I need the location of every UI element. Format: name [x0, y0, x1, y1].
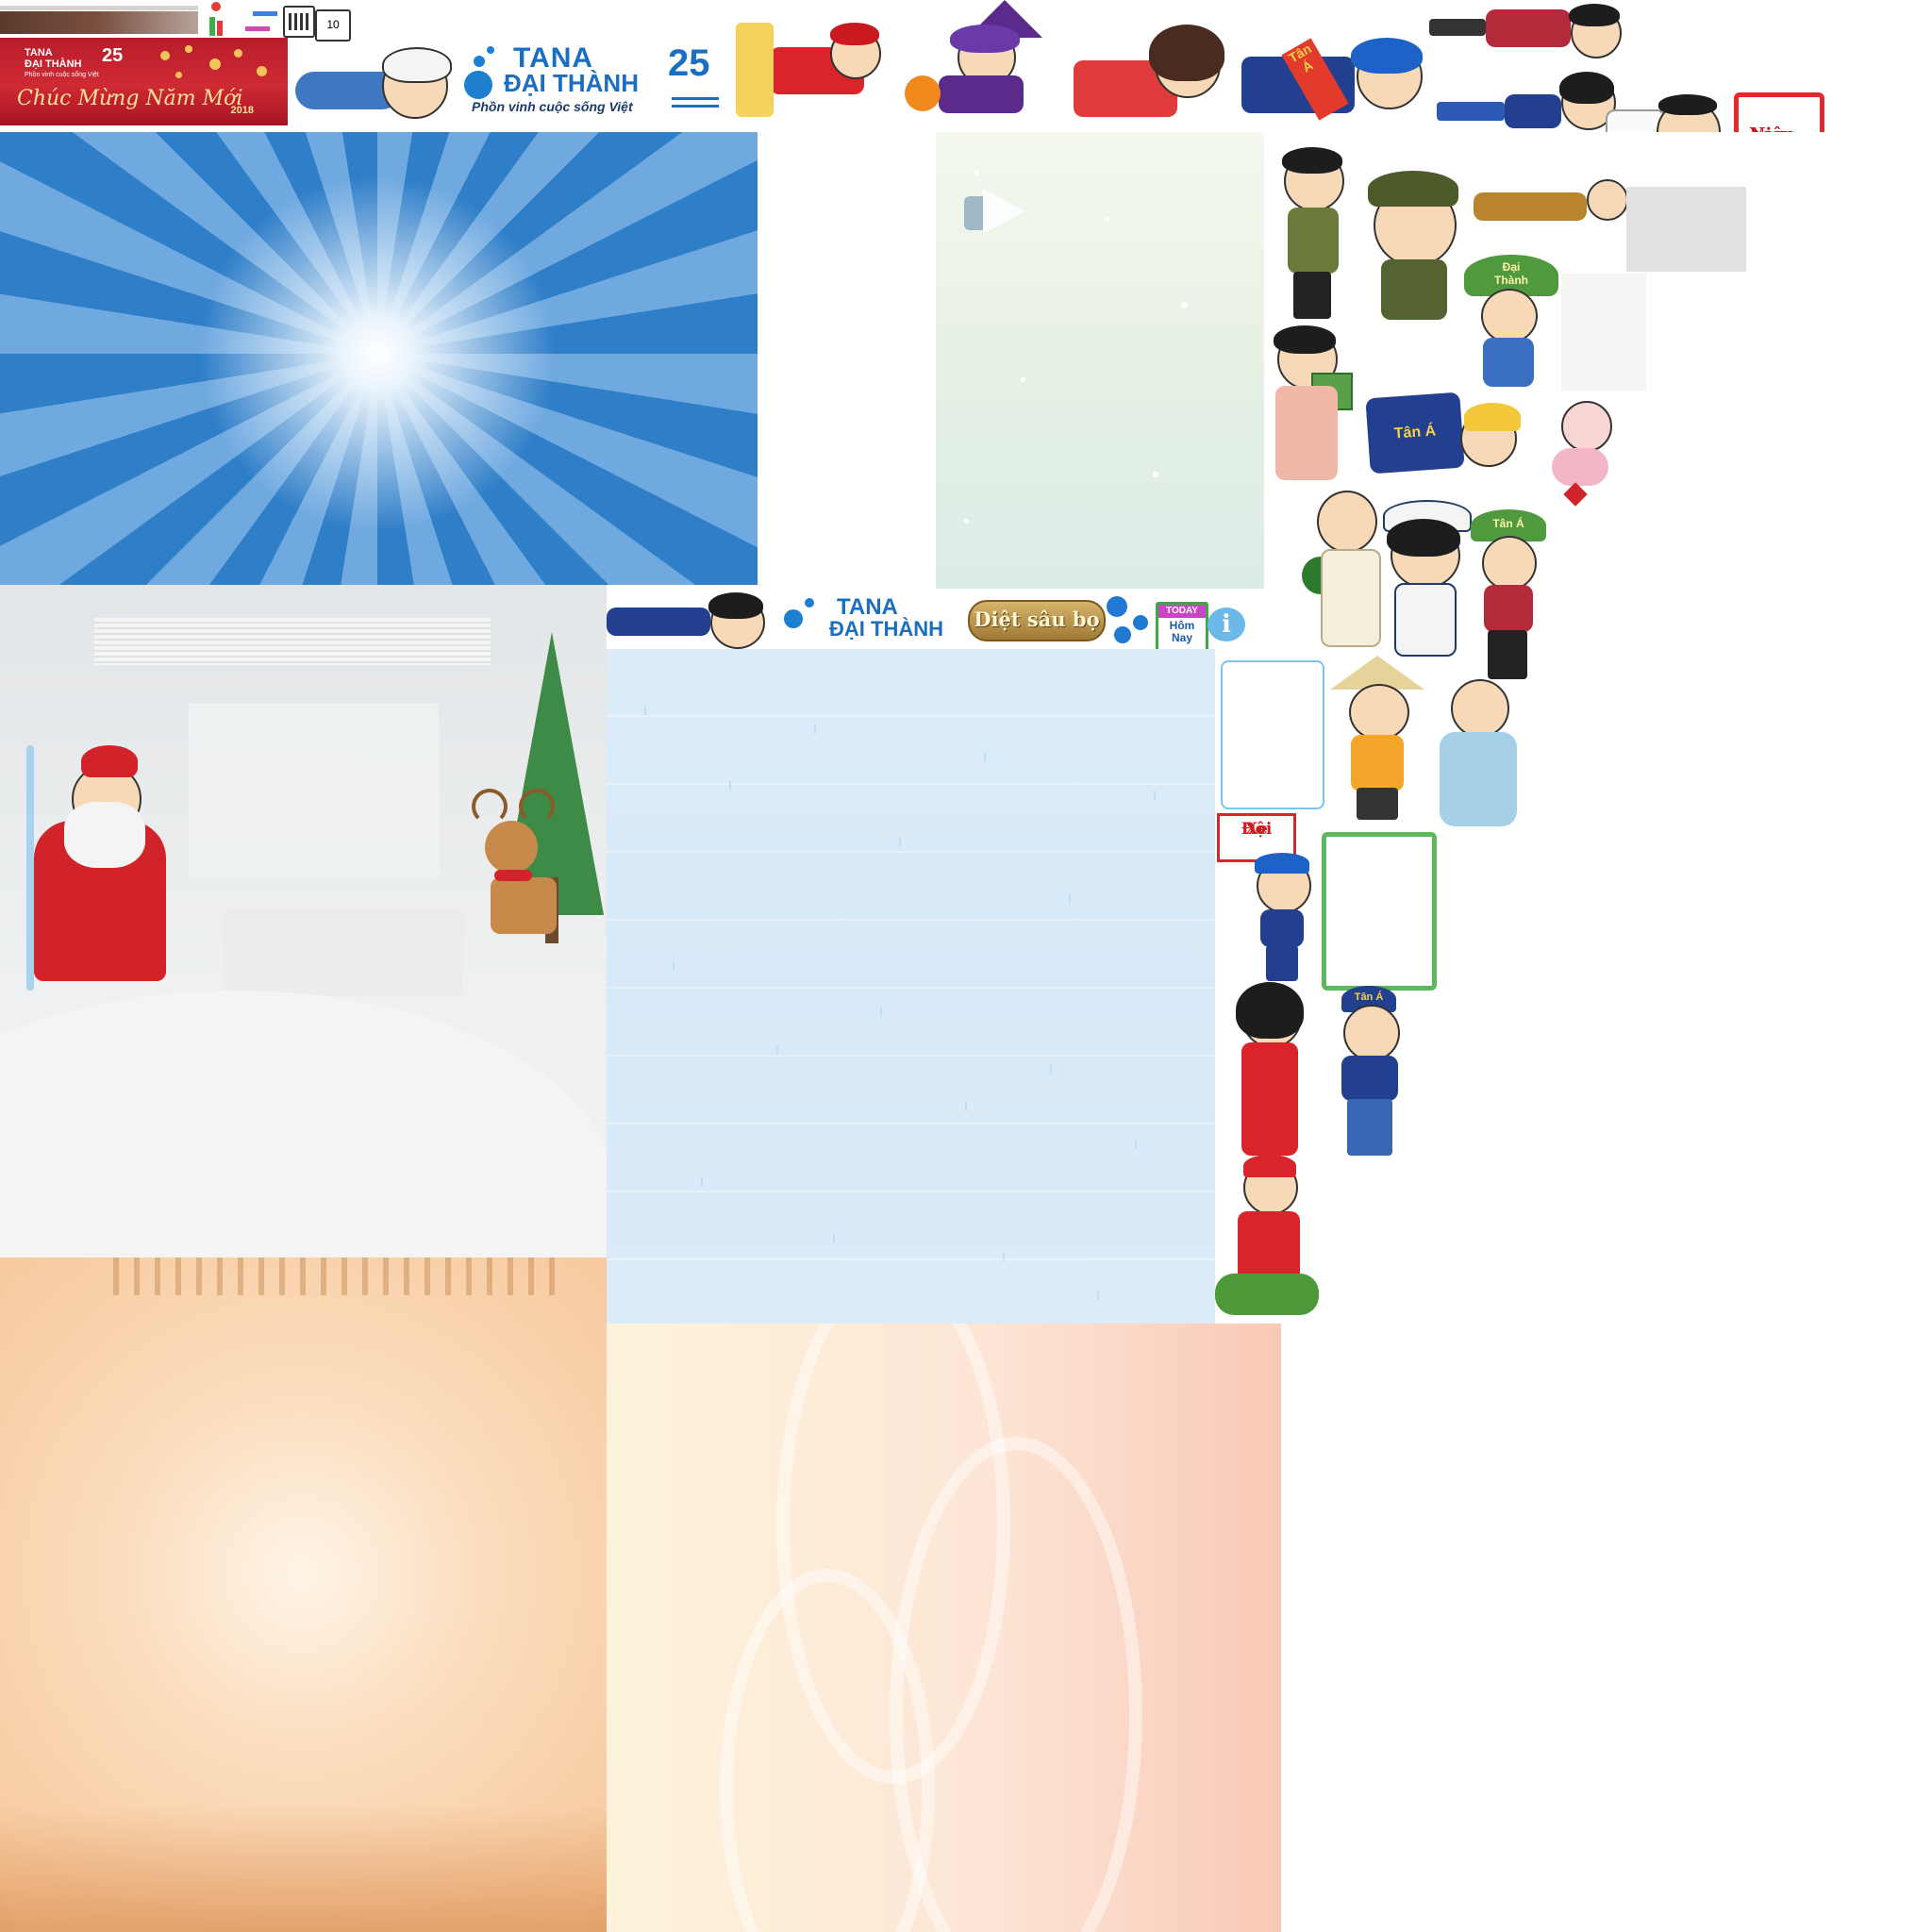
calendar-day-icon: 10 [315, 9, 351, 42]
witch-character [901, 0, 1061, 132]
police-officer-character [1368, 165, 1462, 325]
today-calendar-button[interactable]: TODAY Hôm Nay [1156, 602, 1208, 649]
anniversary-badge: 25 [668, 42, 724, 118]
tet-greeting-text: Chúc Mừng Năm Mới [17, 87, 243, 110]
sprite-top-strip: 10 TANA ĐẠI THÀNH Phồn vinh cuộc sống Vi… [0, 0, 1840, 132]
swap-arrows-icon [243, 8, 281, 36]
cupid-character [1533, 391, 1637, 509]
share-icon[interactable] [1105, 594, 1158, 649]
banh-chung-girl-character [1264, 325, 1358, 486]
banner-boy-character: Tân Á [1238, 28, 1426, 132]
tana-daithanh-logo: TANA ĐẠI THÀNH Phồn vinh cuộc sống Việt [464, 42, 653, 118]
brand-slogan: Phồn vinh cuộc sống Việt [472, 99, 633, 114]
christmas-snow-background [0, 585, 607, 1257]
tet-year: 2018 [230, 105, 254, 116]
tet-banner-anniversary: 25 [102, 45, 124, 66]
ao-dai-red-girl-character [1217, 982, 1321, 1160]
texture-strip-light [0, 6, 198, 10]
gray-placeholder-box [1626, 187, 1746, 272]
light-blue-rain-background [607, 649, 1215, 1324]
pointer-hand-icon [964, 189, 1030, 234]
tet-banner-brand: TANA ĐẠI THÀNH Phồn vinh cuộc sống Việt [25, 47, 99, 78]
tet-boy-character [736, 9, 896, 127]
van-nien-sign: VạnNiên [1734, 92, 1824, 132]
tet-greeting-banner: TANA ĐẠI THÀNH Phồn vinh cuộc sống Việt … [0, 38, 288, 125]
toolbar-sprite-strip: TANA ĐẠI THÀNH Diệt sâu bọ TODAY Hôm Nay… [607, 589, 1267, 649]
blank-card-frame-green [1322, 832, 1437, 991]
cream-smoke-background [607, 1324, 1281, 1932]
mechanic-mascot [288, 38, 458, 127]
green-hat-boy-character: Đại Thành [1460, 255, 1564, 391]
peach-glow-background [0, 1257, 607, 1932]
doctor-character [1604, 81, 1736, 132]
texture-strip-dark [0, 11, 198, 34]
scholar-elder-character [1426, 679, 1530, 830]
lying-boy-character [607, 592, 776, 649]
snow-hill [0, 991, 607, 1257]
toolbar-tana-logo: TANA ĐẠI THÀNH [784, 594, 963, 645]
camo-boy-character [1269, 147, 1363, 325]
mint-snow-background [936, 132, 1264, 589]
banner-holder-characters: Tân Á [1365, 391, 1528, 486]
pest-control-button[interactable]: Diệt sâu bọ [968, 600, 1106, 641]
reindeer [462, 783, 566, 962]
blank-card-frame-blue [1221, 660, 1324, 809]
blue-sunburst-background [0, 132, 758, 585]
light-gray-placeholder-box [1561, 274, 1646, 391]
tan-a-green-hat-girl: Tân Á [1467, 509, 1552, 684]
sign-holder-girl-character [1243, 830, 1319, 986]
blurred-header-bar [94, 618, 491, 665]
tan-a-cap-boy-character: Tân Á [1319, 986, 1423, 1160]
pin-icon [209, 0, 223, 38]
calendar-icon [283, 6, 315, 38]
navy-girl-character [1377, 500, 1472, 657]
info-icon[interactable]: i [1208, 608, 1245, 641]
blue-shirt-girl-character [1429, 66, 1616, 132]
conical-hat-girl-character [1330, 656, 1424, 825]
tet-lantern-boy-character [1215, 1155, 1328, 1321]
red-shirt-boy-character [1429, 0, 1622, 66]
santa-claus [6, 745, 185, 1000]
tribal-warrior-character [1464, 170, 1629, 255]
ao-dai-girl-character [1064, 19, 1234, 132]
